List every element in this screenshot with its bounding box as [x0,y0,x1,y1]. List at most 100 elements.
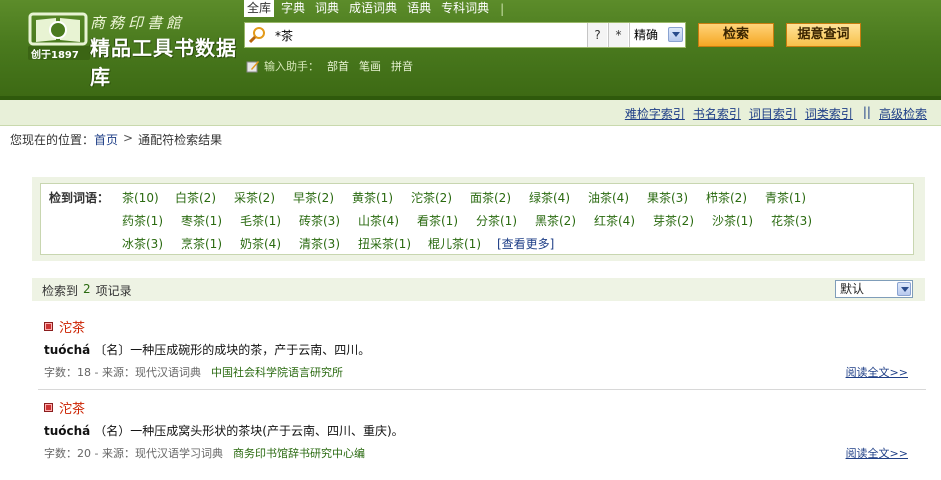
result-definition: tuóchá （名）一种压成窝头形状的茶块(产于云南、四川、重庆)。 [44,422,404,439]
logo-since: 创于1897 [31,50,79,61]
result-meta: 字数：20 - 来源：现代汉语学习词典 商务印书馆辞书研究中心编 [44,445,365,461]
chevron-down-icon [897,282,911,296]
word-link[interactable]: 清茶(3) [299,235,340,252]
tab-dictionary[interactable]: 词典 [312,0,342,17]
result-publisher: 中国社会科学院语言研究所 [210,366,343,379]
result-definition-text: （名）一种压成窝头形状的茶块(产于云南、四川、重庆)。 [94,424,404,438]
result-count-suffix: 项记录 [95,284,132,298]
result-pinyin: tuóchá [44,424,91,438]
tab-sayings[interactable]: 语典 [404,0,434,17]
word-link[interactable]: 烹茶(1) [181,235,222,252]
index-separator: || [862,105,871,119]
word-link[interactable]: 青茶(1) [765,189,806,206]
index-bar: 难检字索引 书名索引 词目索引 词类索引 || 高级检索 [0,100,941,126]
search-bar: ? * 精确 [244,22,686,48]
wildcard-question-button[interactable]: ? [587,23,607,47]
word-link[interactable]: 山茶(4) [358,212,399,229]
wildcard-star-button[interactable]: * [608,23,628,47]
word-link[interactable]: 看茶(1) [417,212,458,229]
meaning-search-button[interactable]: 据意查词 [786,23,861,47]
book-index-link[interactable]: 书名索引 [693,105,741,122]
logo-script: 商務印書館 [90,14,186,32]
word-link[interactable]: 枣茶(1) [181,212,222,229]
result-title: 沱茶 [44,398,85,417]
bullet-icon [44,321,53,331]
word-link[interactable]: 面茶(2) [470,189,511,206]
search-input[interactable] [275,25,615,45]
search-icon [249,27,265,44]
match-mode-select[interactable]: 精确 [629,23,685,47]
word-link[interactable]: 砖茶(3) [299,212,340,229]
result-meta: 字数：18 - 来源：现代汉语词典 中国社会科学院语言研究所 [44,364,343,380]
word-link[interactable]: 沙茶(1) [712,212,753,229]
word-link[interactable]: 茶(10) [122,189,159,206]
match-mode-value: 精确 [634,28,659,42]
result-divider [38,389,926,390]
result-definition: tuóchá 〔名〕一种压成碗形的成块的茶，产于云南、四川。 [44,341,370,358]
read-full-link[interactable]: 阅读全文>> [846,364,908,380]
breadcrumb-home-link[interactable]: 首页 [94,131,118,148]
helper-pinyin-link[interactable]: 拼音 [391,58,413,74]
index-links: 难检字索引 书名索引 词目索引 词类索引 || 高级检索 [617,105,927,122]
word-link[interactable]: 药茶(1) [122,212,163,229]
result-title-link[interactable]: 沱茶 [59,317,85,336]
pencil-icon [246,61,259,73]
breadcrumb-prefix: 您现在的位置： [10,133,95,147]
helper-stroke-link[interactable]: 笔画 [359,58,381,74]
words-panel: 检到词语： 茶(10) 白茶(2) 采茶(2) 早茶(2) 黄茶(1) 沱茶(2… [40,183,914,255]
tab-specialty[interactable]: 专科词典 [438,0,492,17]
word-link[interactable]: 红茶(4) [594,212,635,229]
word-link[interactable]: 沱茶(2) [411,189,452,206]
logo[interactable]: 创于1897 商務印書館 精品工具书数据库 [28,10,250,89]
result-definition-text: 〔名〕一种压成碗形的成块的茶，产于云南、四川。 [94,343,371,357]
tab-idioms[interactable]: 成语词典 [346,0,400,17]
result-meta-text: 字数：18 - 来源：现代汉语词典 [44,366,201,379]
word-link[interactable]: 冰茶(3) [122,235,163,252]
word-link[interactable]: 采茶(2) [234,189,275,206]
breadcrumb-current: 通配符检索结果 [138,133,223,147]
word-link[interactable]: 白茶(2) [175,189,216,206]
results-header: 检索到 2 项记录 默认 [32,278,925,301]
word-link[interactable]: 棍儿茶(1) [428,235,481,252]
category-index-link[interactable]: 词类索引 [805,105,853,122]
helper-label: 输入助手： [264,60,319,73]
result-count-number: 2 [83,282,91,296]
word-link[interactable]: 黑茶(2) [535,212,576,229]
input-helper: 输入助手： 部首 笔画 拼音 [246,58,423,74]
result-meta-text: 字数：20 - 来源：现代汉语学习词典 [44,447,223,460]
word-link[interactable]: 分茶(1) [476,212,517,229]
word-link[interactable]: 早茶(2) [293,189,334,206]
word-link[interactable]: 绿茶(4) [529,189,570,206]
word-link[interactable]: 奶茶(4) [240,235,281,252]
word-link[interactable]: 毛茶(1) [240,212,281,229]
difficult-char-index-link[interactable]: 难检字索引 [625,105,685,122]
sort-value: 默认 [840,282,865,296]
view-more-link[interactable]: [查看更多] [497,235,554,252]
header: 创于1897 商務印書館 精品工具书数据库 全库 字典 词典 成语词典 语典 专… [0,0,941,96]
bullet-icon [44,402,53,412]
helper-radical-link[interactable]: 部首 [327,58,349,74]
tab-characters[interactable]: 字典 [278,0,308,17]
chevron-down-icon [668,27,683,42]
advanced-search-link[interactable]: 高级检索 [879,105,927,122]
result-count-prefix: 检索到 [42,284,79,298]
read-full-link[interactable]: 阅读全文>> [846,445,908,461]
result-count: 检索到 2 项记录 [42,282,132,299]
result-title: 沱茶 [44,317,85,336]
entry-index-link[interactable]: 词目索引 [749,105,797,122]
nav-separator: | [500,1,505,16]
tab-all[interactable]: 全库 [244,0,275,17]
logo-title: 精品工具书数据库 [90,36,237,89]
breadcrumb-arrow: > [123,131,134,145]
word-link[interactable]: 芽茶(2) [653,212,694,229]
word-link[interactable]: 果茶(3) [647,189,688,206]
word-link[interactable]: 花茶(3) [771,212,812,229]
sort-select[interactable]: 默认 [835,280,913,298]
word-link[interactable]: 栉茶(2) [706,189,747,206]
result-title-link[interactable]: 沱茶 [59,398,85,417]
word-link[interactable]: 扭采茶(1) [358,235,411,252]
word-link[interactable]: 黄茶(1) [352,189,393,206]
search-button[interactable]: 检索 [698,23,774,47]
result-publisher: 商务印书馆辞书研究中心编 [232,447,365,460]
word-link[interactable]: 油茶(4) [588,189,629,206]
